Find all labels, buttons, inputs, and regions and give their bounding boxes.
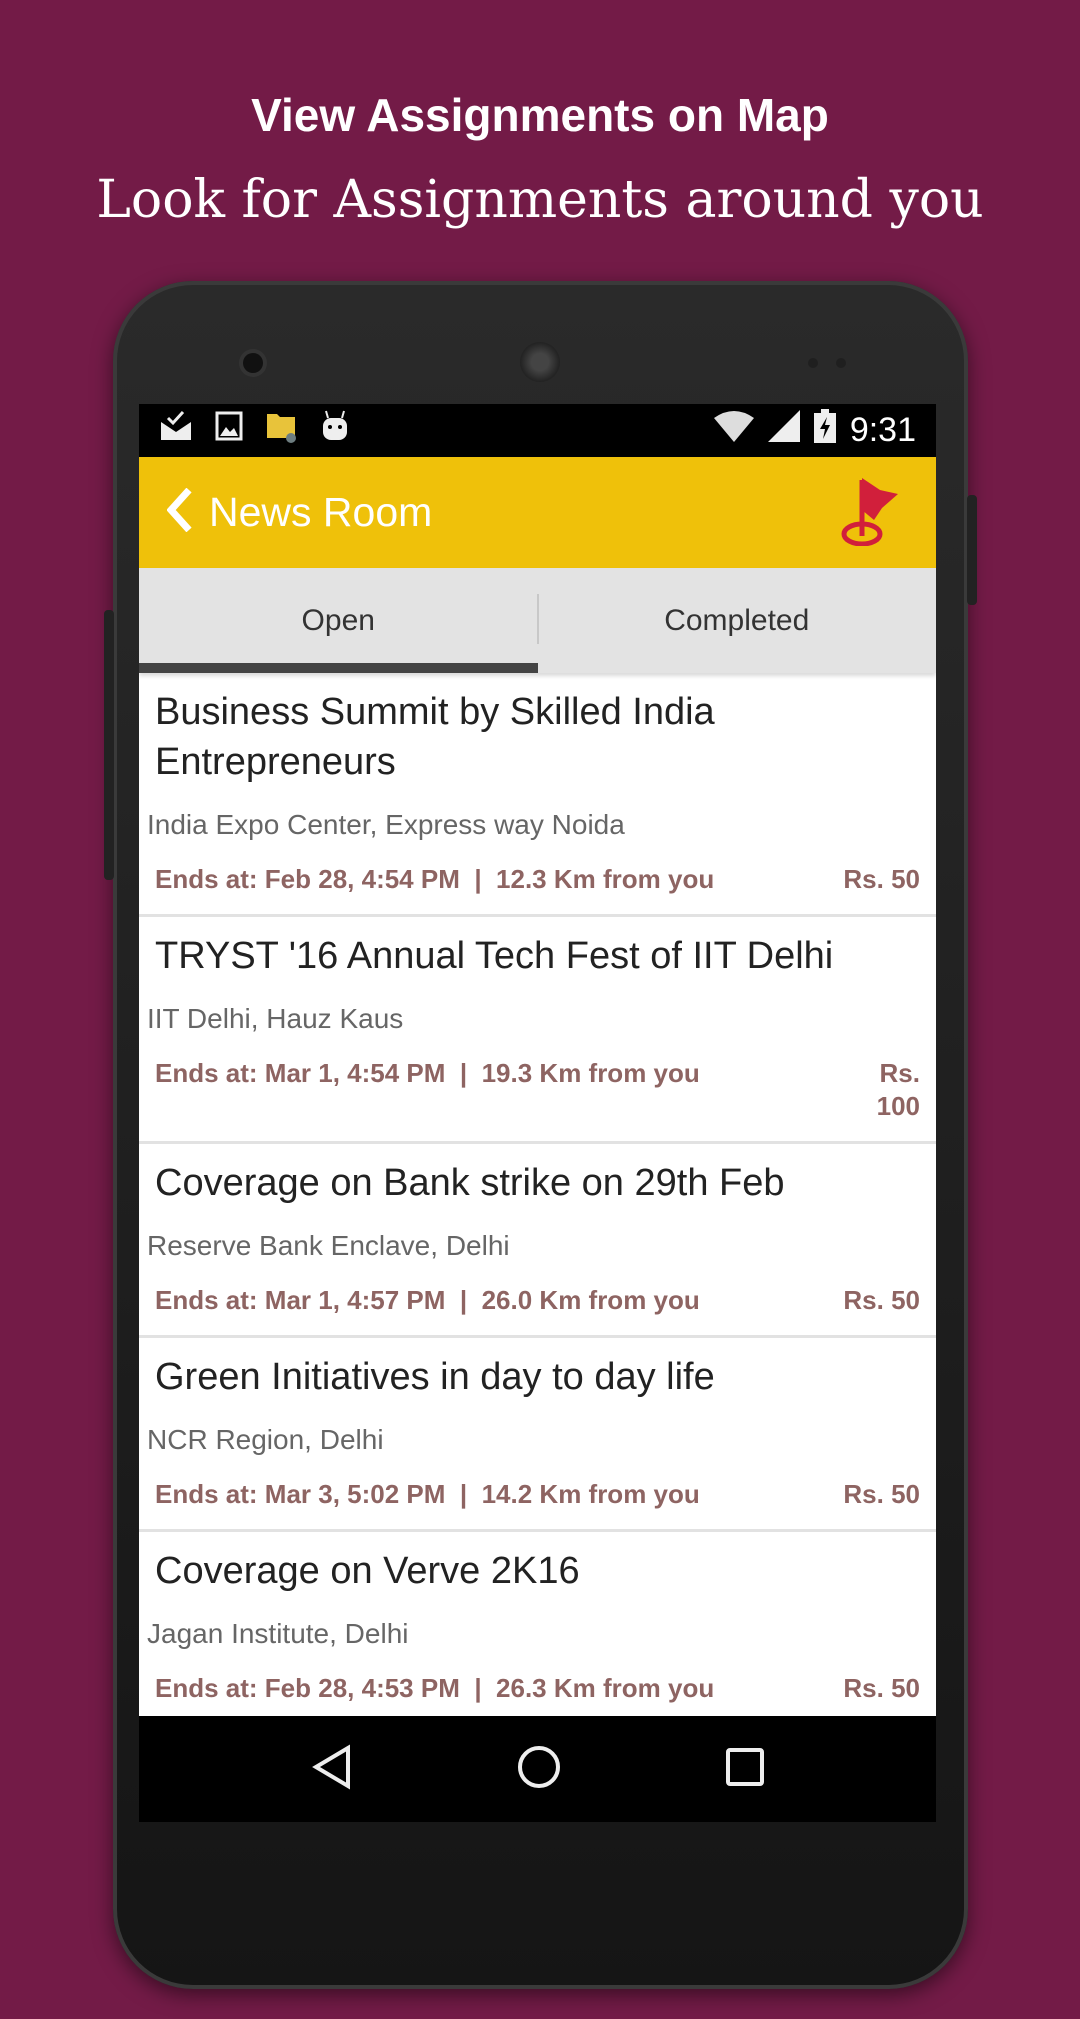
assignment-meta: Ends at: Feb 28, 4:54 PM | 12.3 Km from … bbox=[147, 863, 920, 896]
assignment-address: NCR Region, Delhi bbox=[147, 1424, 384, 1455]
folder-settings-icon bbox=[265, 408, 299, 453]
square-recents-icon bbox=[725, 1747, 764, 1786]
front-camera bbox=[243, 353, 263, 373]
status-time: 9:31 bbox=[849, 411, 916, 449]
assignment-ends-distance: Ends at: Feb 28, 4:54 PM | 12.3 Km from … bbox=[155, 864, 715, 894]
assignment-meta: Ends at: Mar 1, 4:54 PM | 19.3 Km from y… bbox=[147, 1057, 920, 1123]
assignment-title: Business Summit by Skilled India Entrepr… bbox=[155, 691, 715, 783]
assignment-address: Reserve Bank Enclave, Delhi bbox=[147, 1230, 510, 1261]
assignment-price: Rs. 50 bbox=[843, 1479, 920, 1509]
status-bar: 9:31 bbox=[139, 404, 936, 457]
phone-sensor bbox=[808, 358, 818, 368]
assignment-list[interactable]: Business Summit by Skilled India Entrepr… bbox=[139, 673, 936, 1722]
assignment-price: Rs. 100 bbox=[876, 1058, 920, 1121]
nav-home-button[interactable] bbox=[516, 1744, 562, 1795]
assignment-ends-distance: Ends at: Mar 3, 5:02 PM | 14.2 Km from y… bbox=[155, 1479, 700, 1509]
assignment-price: Rs. 50 bbox=[843, 1285, 920, 1315]
assignment-address: IIT Delhi, Hauz Kaus bbox=[147, 1003, 404, 1034]
nav-recents-button[interactable] bbox=[725, 1747, 765, 1792]
tab-bar: Open Completed bbox=[139, 568, 936, 673]
wifi-icon bbox=[713, 410, 754, 451]
assignment-meta: Ends at: Mar 1, 4:57 PM | 26.0 Km from y… bbox=[147, 1284, 920, 1317]
phone-sensor bbox=[836, 358, 846, 368]
back-button[interactable] bbox=[166, 487, 193, 537]
phone-side-button bbox=[104, 610, 114, 880]
map-view-button[interactable] bbox=[838, 474, 908, 551]
navigation-bar bbox=[139, 1716, 936, 1822]
signal-icon bbox=[767, 410, 800, 451]
mail-check-icon bbox=[159, 410, 193, 451]
assignment-address: India Expo Center, Express way Noida bbox=[147, 809, 625, 840]
assignment-title: Coverage on Bank strike on 29th Feb bbox=[155, 1162, 785, 1204]
assignment-ends-distance: Ends at: Mar 1, 4:57 PM | 26.0 Km from y… bbox=[155, 1285, 700, 1315]
assignment-title: Green Initiatives in day to day life bbox=[155, 1356, 715, 1398]
assignment-title: TRYST '16 Annual Tech Fest of IIT Delhi bbox=[155, 935, 834, 977]
tab-completed[interactable]: Completed bbox=[538, 568, 937, 673]
phone-screen: 9:31 News Room Open Completed Business S… bbox=[139, 404, 936, 1822]
app-bar: News Room bbox=[139, 457, 936, 568]
assignment-item[interactable]: Coverage on Bank strike on 29th Feb Reser… bbox=[139, 1144, 936, 1338]
phone-speaker bbox=[520, 342, 560, 382]
android-icon bbox=[321, 410, 349, 451]
page-title: News Room bbox=[209, 489, 433, 535]
nav-back-button[interactable] bbox=[310, 1743, 354, 1795]
assignment-meta: Ends at: Feb 28, 4:53 PM | 26.3 Km from … bbox=[147, 1672, 920, 1705]
assignment-item[interactable]: Business Summit by Skilled India Entrepr… bbox=[139, 673, 936, 917]
assignment-item[interactable]: TRYST '16 Annual Tech Fest of IIT Delhi I… bbox=[139, 917, 936, 1144]
assignment-title: Coverage on Verve 2K16 bbox=[155, 1550, 580, 1592]
battery-icon bbox=[813, 409, 836, 452]
assignment-ends-distance: Ends at: Mar 1, 4:54 PM | 19.3 Km from y… bbox=[155, 1058, 700, 1088]
image-icon bbox=[215, 411, 243, 450]
triangle-back-icon bbox=[312, 1743, 351, 1790]
assignment-ends-distance: Ends at: Feb 28, 4:53 PM | 26.3 Km from … bbox=[155, 1673, 715, 1703]
assignment-price: Rs. 50 bbox=[843, 1673, 920, 1703]
assignment-price: Rs. 50 bbox=[843, 864, 920, 894]
tab-divider bbox=[537, 594, 539, 644]
assignment-meta: Ends at: Mar 3, 5:02 PM | 14.2 Km from y… bbox=[147, 1478, 920, 1511]
promo-subline: Look for Assignments around you bbox=[96, 170, 984, 230]
tab-open[interactable]: Open bbox=[139, 568, 538, 673]
map-flag-icon bbox=[841, 478, 898, 547]
circle-home-icon bbox=[518, 1745, 561, 1788]
phone-power-button bbox=[967, 495, 977, 605]
assignment-item[interactable]: Green Initiatives in day to day life NCR … bbox=[139, 1338, 936, 1532]
assignment-address: Jagan Institute, Delhi bbox=[147, 1618, 409, 1649]
assignment-item[interactable]: Coverage on Verve 2K16 Jagan Institute, D… bbox=[139, 1532, 936, 1722]
chevron-left-icon bbox=[166, 487, 192, 533]
promo-headline: View Assignments on Map bbox=[251, 89, 829, 141]
